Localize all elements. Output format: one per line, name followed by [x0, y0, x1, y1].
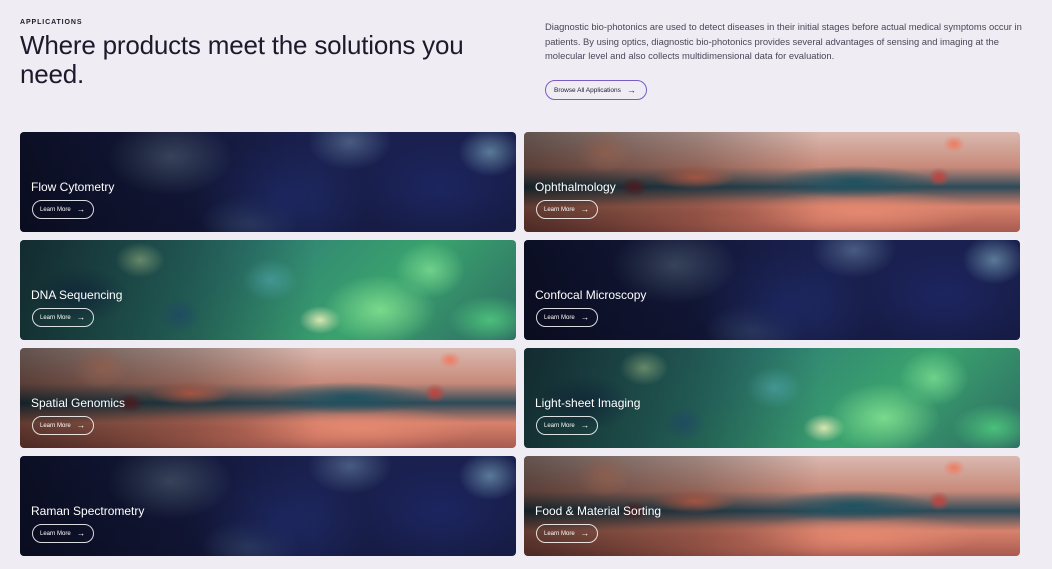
arrow-right-icon: →: [580, 204, 590, 215]
learn-more-button[interactable]: Learn More →: [32, 416, 95, 435]
applications-grid: Flow Cytometry Learn More → Ophthalmolog…: [20, 132, 1020, 556]
application-card-flow-cytometry[interactable]: Flow Cytometry Learn More →: [20, 132, 516, 232]
application-card-light-sheet-imaging[interactable]: Light-sheet Imaging Learn More →: [524, 348, 1020, 448]
learn-more-label: Learn More: [544, 206, 575, 213]
arrow-right-icon: →: [76, 528, 86, 539]
arrow-right-icon: →: [580, 420, 590, 431]
arrow-right-icon: →: [580, 528, 590, 539]
learn-more-button[interactable]: Learn More →: [536, 416, 599, 435]
section-intro: Diagnostic bio-photonics are used to det…: [545, 21, 1022, 62]
arrow-right-icon: →: [76, 312, 86, 323]
learn-more-label: Learn More: [544, 314, 575, 321]
arrow-right-icon: →: [76, 420, 86, 431]
arrow-right-icon: →: [626, 84, 636, 95]
application-card-spatial-genomics[interactable]: Spatial Genomics Learn More →: [20, 348, 516, 448]
learn-more-button[interactable]: Learn More →: [32, 308, 95, 327]
section-eyebrow: APPLICATIONS: [20, 19, 83, 26]
learn-more-button[interactable]: Learn More →: [536, 200, 599, 219]
application-card-dna-sequencing[interactable]: DNA Sequencing Learn More →: [20, 240, 516, 340]
card-title: Food & Material Sorting: [535, 504, 662, 518]
card-title: DNA Sequencing: [31, 288, 123, 302]
application-card-raman-spectrometry[interactable]: Raman Spectrometry Learn More →: [20, 456, 516, 556]
learn-more-label: Learn More: [40, 422, 71, 429]
section-headline: Where products meet the solutions you ne…: [20, 30, 464, 89]
learn-more-button[interactable]: Learn More →: [536, 524, 599, 543]
learn-more-label: Learn More: [40, 530, 71, 537]
application-card-ophthalmology[interactable]: Ophthalmology Learn More →: [524, 132, 1020, 232]
learn-more-button[interactable]: Learn More →: [32, 200, 95, 219]
learn-more-label: Learn More: [40, 314, 71, 321]
arrow-right-icon: →: [76, 204, 86, 215]
learn-more-button[interactable]: Learn More →: [32, 524, 95, 543]
learn-more-label: Learn More: [40, 206, 71, 213]
browse-all-label: Browse All Applications: [554, 86, 621, 94]
learn-more-label: Learn More: [544, 422, 575, 429]
card-title: Ophthalmology: [535, 180, 616, 194]
arrow-right-icon: →: [580, 312, 590, 323]
card-title: Light-sheet Imaging: [535, 396, 641, 410]
learn-more-label: Learn More: [544, 530, 575, 537]
learn-more-button[interactable]: Learn More →: [536, 308, 599, 327]
application-card-confocal-microscopy[interactable]: Confocal Microscopy Learn More →: [524, 240, 1020, 340]
card-title: Confocal Microscopy: [535, 288, 647, 302]
card-title: Raman Spectrometry: [31, 504, 145, 518]
card-title: Flow Cytometry: [31, 180, 115, 194]
card-title: Spatial Genomics: [31, 396, 126, 410]
browse-all-applications-button[interactable]: Browse All Applications →: [545, 80, 647, 100]
application-card-food-material-sorting[interactable]: Food & Material Sorting Learn More →: [524, 456, 1020, 556]
